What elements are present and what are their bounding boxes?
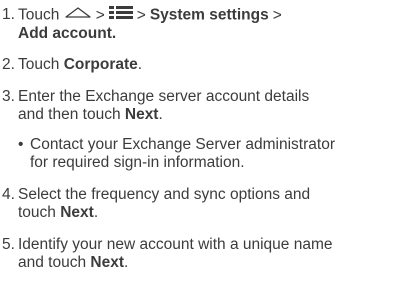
step-number: 4. <box>2 186 15 203</box>
punctuation: . <box>137 56 143 73</box>
option-corporate: Corporate <box>63 56 138 73</box>
step-line: and then touch Next. <box>18 106 413 124</box>
punctuation: . <box>111 25 117 42</box>
home-icon <box>64 5 92 24</box>
step-text: Touch > > System settings > Add account. <box>18 5 413 43</box>
menu-icon <box>108 5 133 24</box>
step-number: 1. <box>2 6 15 23</box>
step-verb: Touch <box>18 56 60 73</box>
step-number: 3. <box>2 88 15 105</box>
step-number: 5. <box>2 236 15 253</box>
note-line: for required sign-in information. <box>30 154 245 171</box>
note-text: Contact your Exchange Server administrat… <box>30 136 413 172</box>
step-text-fragment: and touch <box>18 254 87 271</box>
punctuation: . <box>93 204 99 221</box>
step-line: Enter the Exchange server account detail… <box>18 88 310 105</box>
step-number: 2. <box>2 56 15 73</box>
note-line: Contact your Exchange Server administrat… <box>30 136 335 153</box>
punctuation: . <box>158 106 163 123</box>
button-label-next: Next <box>90 254 125 271</box>
step-text-fragment: and then touch <box>18 106 121 123</box>
step-line: and touch Next. <box>18 254 413 272</box>
menu-item-system-settings: System settings <box>149 6 269 24</box>
button-label-next: Next <box>60 204 94 221</box>
bullet-icon: • <box>18 136 24 153</box>
separator: > <box>272 6 282 24</box>
separator: > <box>95 6 105 24</box>
menu-item-add-account: Add account <box>18 25 112 42</box>
step-text: Identify your new account with a unique … <box>18 236 413 272</box>
punctuation: . <box>124 254 129 271</box>
step-text: Touch Corporate. <box>18 56 413 74</box>
step-verb: Touch <box>18 6 60 24</box>
step-line: Identify your new account with a unique … <box>18 236 333 253</box>
step-line: Touch > > System settings > <box>18 5 413 25</box>
step-line: Touch Corporate. <box>18 56 413 74</box>
step-text: Enter the Exchange server account detail… <box>18 88 413 124</box>
button-label-next: Next <box>124 106 159 123</box>
step-line: Add account. <box>18 25 413 43</box>
step-line: Select the frequency and sync options an… <box>18 186 311 203</box>
separator: > <box>136 6 146 24</box>
step-line: touch Next. <box>18 204 413 222</box>
step-text-fragment: touch <box>18 204 56 221</box>
step-text: Select the frequency and sync options an… <box>18 186 413 222</box>
